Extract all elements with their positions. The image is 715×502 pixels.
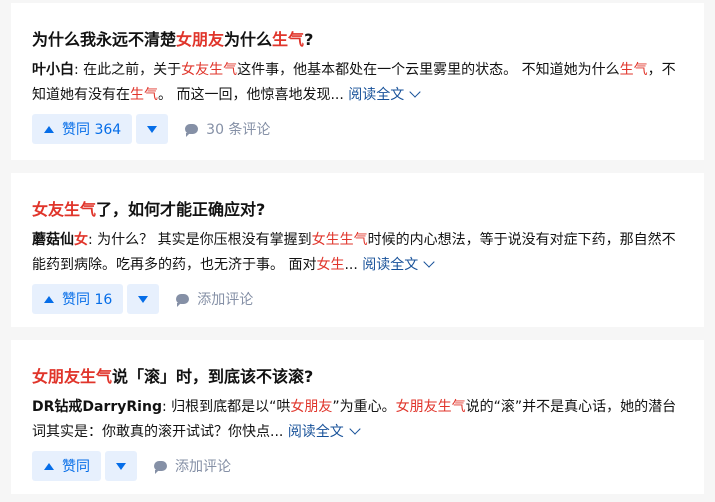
triangle-down-icon: [147, 125, 158, 133]
title-highlight: 女友生气: [32, 200, 97, 219]
upvote-button[interactable]: 赞同 364: [32, 114, 133, 144]
upvote-label: 赞同 16: [62, 292, 113, 308]
question-title[interactable]: 为什么我永远不清楚女朋友为什么生气?: [32, 29, 313, 51]
comment-bubble-icon: [176, 294, 190, 307]
author-name-highlight: 女: [74, 232, 88, 248]
upvote-label: 赞同: [62, 459, 90, 475]
triangle-up-icon: [44, 125, 54, 133]
upvote-label: 赞同 364: [62, 122, 122, 138]
title-text: 为什么: [224, 30, 273, 49]
excerpt-text: 。 而这一回，他惊喜地发现...: [158, 87, 344, 103]
excerpt-highlight: 女朋友生气: [395, 399, 466, 415]
answer-card: 女朋友生气说「滚」时，到底该不该滚? DR钻戒DarryRing: 归根到底都是…: [11, 340, 704, 494]
triangle-down-icon: [138, 295, 149, 303]
comment-label: 添加评论: [197, 292, 254, 308]
answer-feed: 为什么我永远不清楚女朋友为什么生气? 叶小白: 在此之前，关于女友生气这件事，他…: [0, 0, 715, 502]
answer-card: 为什么我永远不清楚女朋友为什么生气? 叶小白: 在此之前，关于女友生气这件事，他…: [11, 3, 704, 160]
downvote-button[interactable]: [105, 451, 137, 481]
answer-excerpt[interactable]: DR钻戒DarryRing: 归根到底都是以“哄女朋友”为重心。女朋友生气说的“…: [32, 395, 683, 445]
read-more-label: 阅读全文: [362, 257, 419, 273]
title-text: 了，如何才能正确应对?: [96, 200, 266, 219]
excerpt-highlight: 生气: [619, 62, 648, 78]
action-bar: 赞同 16 添加评论: [32, 284, 253, 314]
upvote-button[interactable]: 赞同: [32, 451, 101, 481]
excerpt-highlight: 女生: [316, 257, 345, 273]
excerpt-highlight: 女朋友: [290, 399, 333, 415]
upvote-button[interactable]: 赞同 16: [32, 284, 124, 314]
comment-bubble-icon: [154, 461, 167, 474]
answer-card: 女友生气了，如何才能正确应对? 蘑菇仙女: 为什么？ 其实是你压根没有掌握到女生…: [11, 173, 704, 327]
answer-excerpt[interactable]: 蘑菇仙女: 为什么？ 其实是你压根没有掌握到女生生气时候的内心想法，等于说没有对…: [32, 228, 683, 278]
excerpt-text: : 归根到底都是以“哄: [161, 399, 291, 415]
triangle-up-icon: [44, 462, 54, 470]
action-bar: 赞同 添加评论: [32, 451, 231, 481]
author-name: 叶小白: [32, 62, 74, 78]
read-more-link[interactable]: 阅读全文: [348, 86, 421, 103]
chevron-down-icon: [349, 423, 361, 435]
comment-bubble-icon: [185, 124, 199, 137]
comment-button[interactable]: 30 条评论: [185, 119, 270, 139]
excerpt-text: : 在此之前，关于: [74, 62, 182, 78]
triangle-up-icon: [44, 295, 54, 303]
read-more-link[interactable]: 阅读全文: [362, 256, 435, 273]
excerpt-text: : 为什么？ 其实是你压根没有掌握到: [88, 232, 312, 248]
title-text: 说「滚」时，到底该不该滚?: [112, 367, 314, 386]
question-title[interactable]: 女友生气了，如何才能正确应对?: [32, 199, 265, 221]
comment-label: 30 条评论: [206, 122, 271, 138]
excerpt-text: ...: [344, 257, 358, 273]
question-title[interactable]: 女朋友生气说「滚」时，到底该不该滚?: [32, 366, 313, 388]
comment-label: 添加评论: [175, 459, 231, 475]
read-more-label: 阅读全文: [287, 424, 344, 440]
author-name: 蘑菇仙: [32, 232, 74, 248]
excerpt-highlight: 生气: [130, 87, 158, 103]
answer-excerpt[interactable]: 叶小白: 在此之前，关于女友生气这件事，他基本都处在一个云里雾里的状态。 不知道…: [32, 58, 683, 108]
comment-button[interactable]: 添加评论: [154, 456, 231, 476]
downvote-button[interactable]: [127, 284, 160, 314]
read-more-link[interactable]: 阅读全文: [287, 423, 361, 440]
title-text: 为什么我永远不清楚: [32, 30, 177, 49]
title-highlight: 女朋友生气: [32, 367, 113, 386]
comment-button[interactable]: 添加评论: [176, 289, 253, 309]
excerpt-highlight: 女生生气: [311, 232, 368, 248]
title-text: ?: [304, 30, 314, 49]
read-more-label: 阅读全文: [348, 87, 405, 103]
author-name: DR钻戒DarryRing: [32, 399, 162, 415]
excerpt-text: ”为重心。: [332, 399, 396, 415]
excerpt-highlight: 女友生气: [181, 62, 238, 78]
chevron-down-icon: [409, 86, 421, 98]
downvote-button[interactable]: [136, 114, 169, 144]
action-bar: 赞同 364 30 条评论: [32, 114, 270, 144]
excerpt-text: 这件事，他基本都处在一个云里雾里的状态。 不知道她为什么: [237, 62, 620, 78]
triangle-down-icon: [116, 462, 126, 470]
title-highlight: 生气: [272, 30, 305, 49]
title-highlight: 女朋友: [176, 30, 225, 49]
chevron-down-icon: [423, 256, 435, 268]
